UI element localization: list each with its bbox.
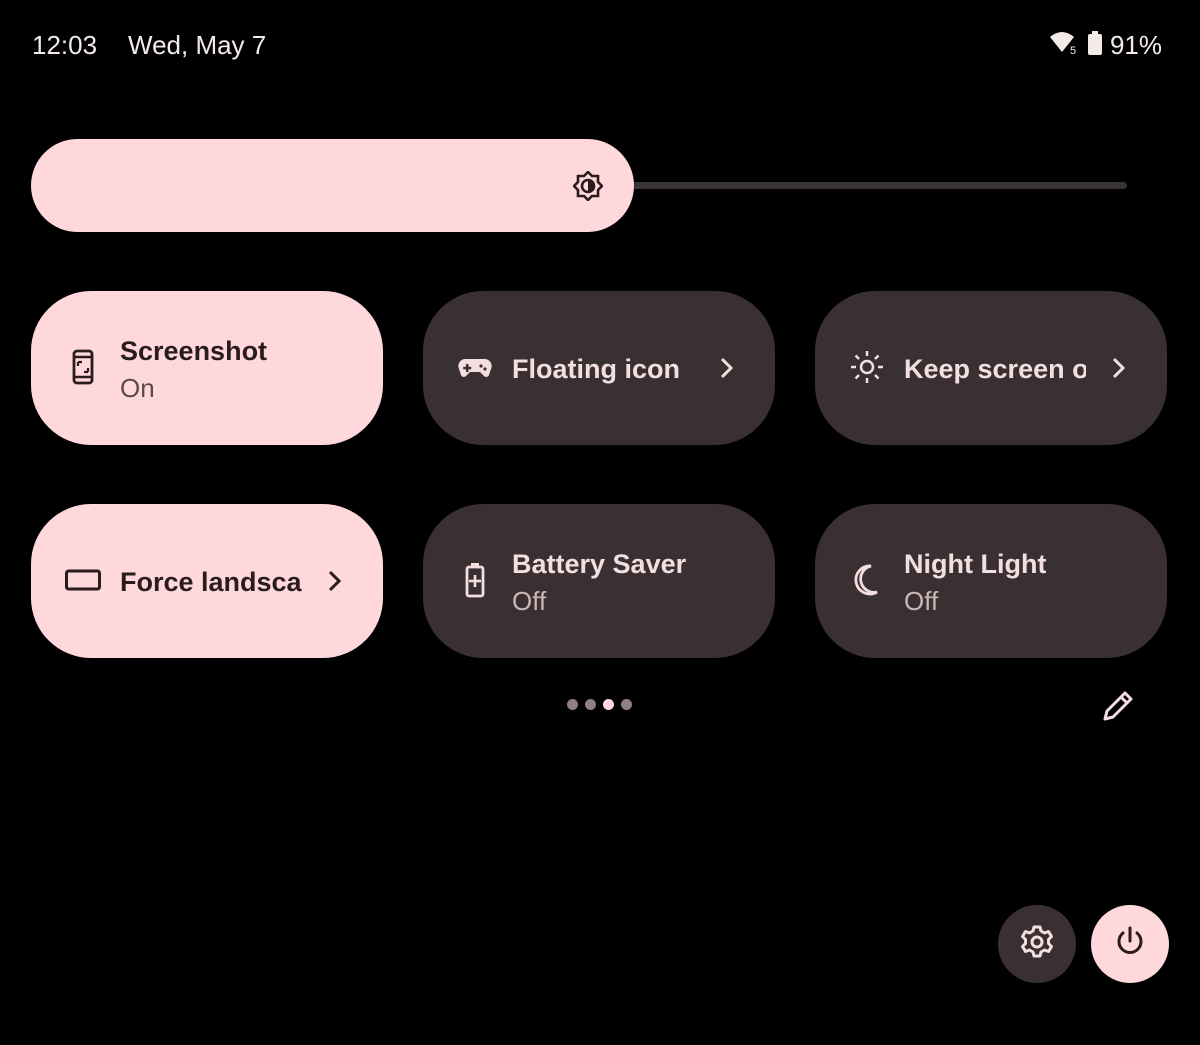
power-icon (1112, 924, 1148, 965)
tile-label: Keep screen on (904, 354, 1086, 384)
status-time: 12:03 (32, 30, 98, 60)
tile-status: Off (512, 586, 547, 616)
page-dot-active (603, 699, 614, 710)
tile-battery-saver[interactable]: Battery Saver Off (423, 504, 775, 658)
brightness-icon (572, 170, 604, 202)
wifi-5-icon: 5 (1048, 30, 1080, 61)
battery-icon (1086, 30, 1104, 61)
chevron-right-icon (1103, 353, 1133, 383)
edit-button[interactable] (1098, 686, 1138, 726)
chevron-right-icon (319, 566, 349, 596)
status-date: Wed, May 7 (128, 30, 267, 60)
page-dot (567, 699, 578, 710)
tile-label: Screenshot (120, 336, 268, 366)
brightness-slider[interactable] (31, 139, 634, 232)
tile-label: Night Light (904, 549, 1047, 579)
tile-night-light[interactable]: Night Light Off (815, 504, 1167, 658)
gamepad-icon (457, 349, 493, 385)
battery-saver-icon (457, 562, 493, 598)
settings-button[interactable] (998, 905, 1076, 983)
wifi-badge: 5 (1070, 45, 1076, 56)
page-indicator (567, 699, 632, 710)
tile-force-landscape[interactable]: Force landscape (31, 504, 383, 658)
tile-keep-screen-on[interactable]: Keep screen on (815, 291, 1167, 445)
gear-icon (1019, 924, 1055, 965)
screenshot-icon (65, 349, 101, 385)
tile-label: Floating icon (512, 354, 680, 384)
tile-label: Battery Saver (512, 549, 687, 579)
sun-icon (849, 349, 885, 385)
tile-status: On (120, 373, 155, 403)
battery-percent: 91% (1109, 30, 1162, 60)
chevron-right-icon (711, 353, 741, 383)
tile-screenshot[interactable]: Screenshot On (31, 291, 383, 445)
tile-label: Force landscape (120, 567, 302, 597)
status-icons: 5 91% (1048, 30, 1162, 61)
moon-icon (849, 562, 885, 598)
landscape-icon (65, 562, 101, 598)
page-dot (621, 699, 632, 710)
pencil-icon (1098, 691, 1138, 730)
tile-status: Off (904, 586, 939, 616)
tile-floating-icon[interactable]: Floating icon (423, 291, 775, 445)
page-dot (585, 699, 596, 710)
power-button[interactable] (1091, 905, 1169, 983)
